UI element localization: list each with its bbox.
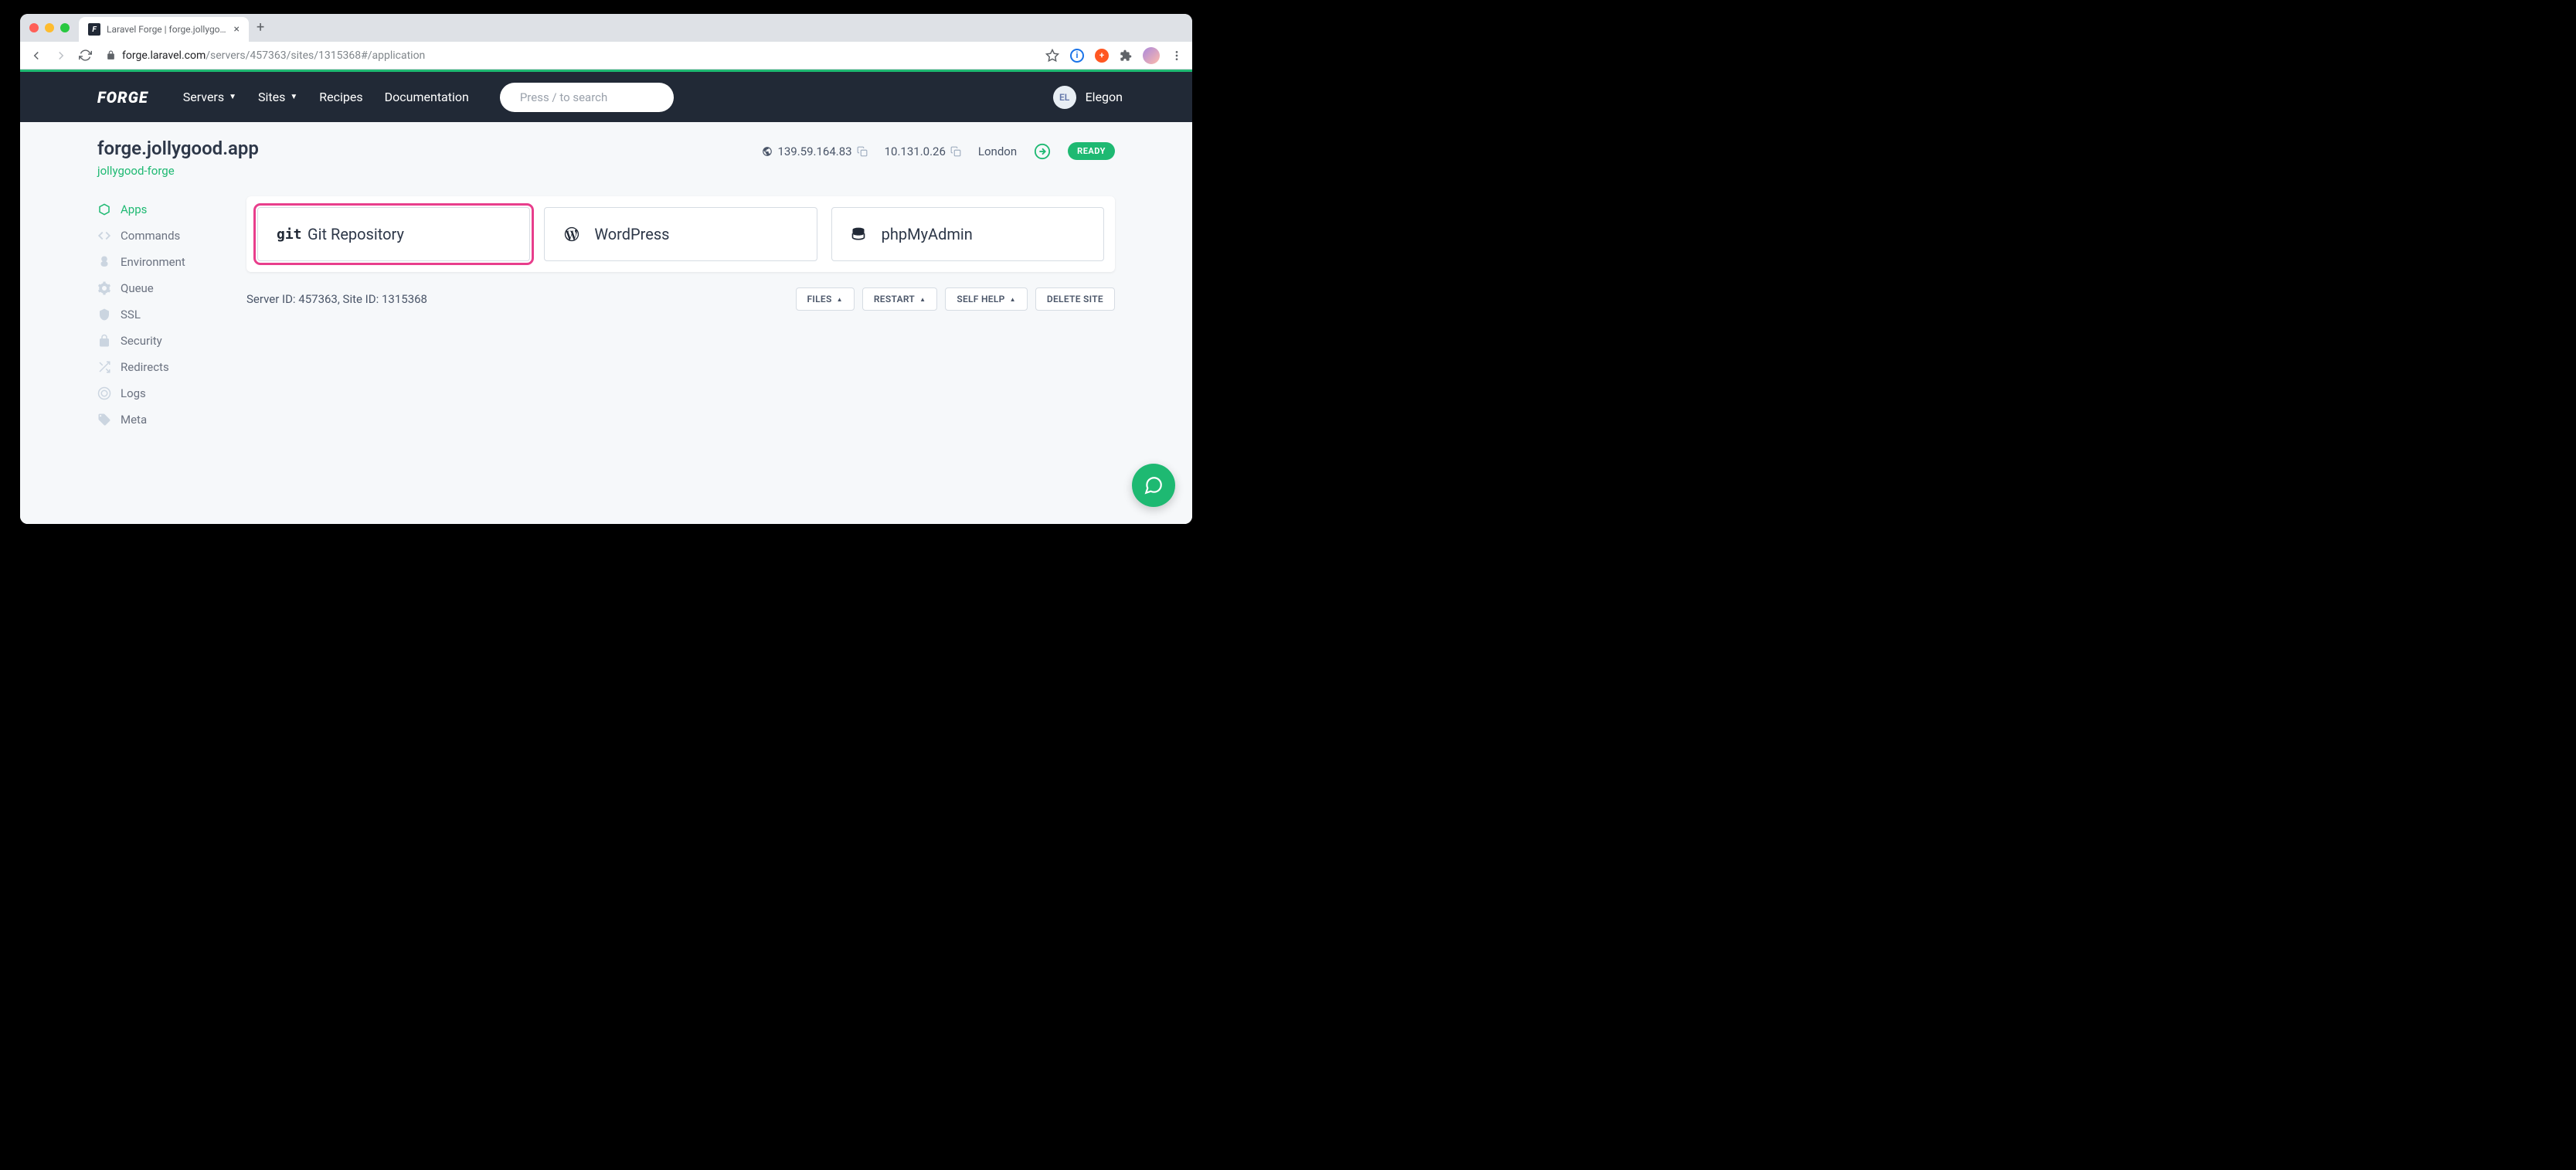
server-link[interactable]: jollygood-forge	[97, 164, 259, 178]
copy-ip-button[interactable]	[950, 146, 961, 157]
tab-favicon-icon: F	[88, 23, 100, 36]
address-bar: forge.laravel.com/servers/457363/sites/1…	[20, 42, 1192, 70]
padlock-icon	[106, 50, 116, 60]
window-controls	[26, 23, 79, 42]
minimize-window-button[interactable]	[45, 23, 54, 32]
sidebar: Apps Commands Environment Queue SSL Secu…	[97, 196, 225, 433]
page-body: forge.jollygood.app jollygood-forge 139.…	[20, 122, 1192, 433]
browser-tab[interactable]: F Laravel Forge | forge.jollygood ×	[79, 17, 249, 42]
gear-icon	[97, 281, 111, 295]
main-content: git Git Repository WordPress phpMyAdmin	[246, 196, 1115, 433]
app-content: FORGE Servers▼ Sites▼ Recipes Documentat…	[20, 70, 1192, 524]
extension-1password-icon[interactable]: i	[1070, 49, 1084, 63]
tree-icon	[97, 255, 111, 269]
sidebar-item-queue[interactable]: Queue	[97, 275, 225, 301]
reload-button[interactable]	[79, 49, 92, 62]
sidebar-item-meta[interactable]: Meta	[97, 406, 225, 433]
globe-icon	[762, 146, 773, 157]
url-text: forge.laravel.com/servers/457363/sites/1…	[122, 49, 425, 62]
maximize-window-button[interactable]	[60, 23, 70, 32]
delete-site-button[interactable]: DELETE SITE	[1035, 287, 1115, 311]
ids-text: Server ID: 457363, Site ID: 1315368	[246, 292, 427, 306]
database-icon	[851, 226, 869, 242]
nav-links: Servers▼ Sites▼ Recipes Documentation	[183, 90, 469, 104]
self-help-button[interactable]: SELF HELP▲	[945, 287, 1028, 311]
git-icon: git	[277, 226, 295, 243]
caret-up-icon: ▲	[919, 296, 926, 303]
action-buttons: FILES▲ RESTART▲ SELF HELP▲ DELETE SITE	[796, 287, 1116, 311]
restart-button[interactable]: RESTART▲	[862, 287, 937, 311]
files-button[interactable]: FILES▲	[796, 287, 855, 311]
caret-down-icon: ▼	[229, 93, 236, 101]
top-nav: FORGE Servers▼ Sites▼ Recipes Documentat…	[20, 72, 1192, 122]
caret-up-icon: ▲	[837, 296, 843, 303]
tag-icon	[97, 413, 111, 427]
page-header: forge.jollygood.app jollygood-forge 139.…	[97, 138, 1115, 178]
app-card-phpmyadmin[interactable]: phpMyAdmin	[831, 207, 1104, 261]
sidebar-item-ssl[interactable]: SSL	[97, 301, 225, 328]
tab-title: Laravel Forge | forge.jollygood	[107, 24, 228, 35]
user-name: Elegon	[1086, 90, 1123, 104]
copy-ip-button[interactable]	[857, 146, 868, 157]
cube-icon	[97, 202, 111, 216]
sidebar-item-security[interactable]: Security	[97, 328, 225, 354]
location: London	[978, 145, 1017, 158]
private-ip: 10.131.0.26	[885, 145, 961, 158]
back-button[interactable]	[29, 49, 43, 63]
nav-docs[interactable]: Documentation	[385, 90, 469, 104]
app-card-git[interactable]: git Git Repository	[257, 207, 530, 261]
search-input[interactable]	[520, 90, 674, 104]
shield-icon	[97, 308, 111, 321]
site-title: forge.jollygood.app	[97, 138, 259, 159]
caret-down-icon: ▼	[290, 93, 297, 101]
sidebar-item-environment[interactable]: Environment	[97, 249, 225, 275]
url-field[interactable]: forge.laravel.com/servers/457363/sites/1…	[103, 49, 1035, 62]
forward-button[interactable]	[54, 49, 68, 63]
close-window-button[interactable]	[29, 23, 39, 32]
deploy-icon[interactable]	[1034, 143, 1051, 160]
target-icon	[97, 386, 111, 400]
header-meta: 139.59.164.83 10.131.0.26 London READY	[762, 138, 1115, 160]
sidebar-item-commands[interactable]: Commands	[97, 223, 225, 249]
search-box[interactable]	[500, 83, 674, 112]
nav-recipes[interactable]: Recipes	[319, 90, 362, 104]
logo[interactable]: FORGE	[97, 88, 148, 107]
close-tab-icon[interactable]: ×	[234, 23, 240, 36]
tab-bar: F Laravel Forge | forge.jollygood × +	[20, 14, 1192, 42]
nav-servers[interactable]: Servers▼	[183, 90, 236, 104]
caret-up-icon: ▲	[1010, 296, 1016, 303]
footer-row: Server ID: 457363, Site ID: 1315368 FILE…	[246, 287, 1115, 311]
extensions-menu-icon[interactable]	[1120, 49, 1132, 62]
sidebar-item-apps[interactable]: Apps	[97, 196, 225, 223]
status-badge: READY	[1068, 142, 1115, 160]
content-layout: Apps Commands Environment Queue SSL Secu…	[97, 196, 1115, 433]
browser-menu-icon[interactable]	[1171, 49, 1183, 62]
profile-avatar-icon[interactable]	[1143, 47, 1160, 64]
shuffle-icon	[97, 360, 111, 374]
public-ip: 139.59.164.83	[762, 145, 867, 158]
code-icon	[97, 229, 111, 243]
sidebar-item-logs[interactable]: Logs	[97, 380, 225, 406]
chat-icon	[1144, 475, 1164, 495]
user-avatar: EL	[1053, 86, 1076, 109]
lock-icon	[97, 334, 111, 348]
browser-window: F Laravel Forge | forge.jollygood × + fo…	[20, 14, 1192, 524]
app-cards-panel: git Git Repository WordPress phpMyAdmin	[246, 196, 1115, 272]
extension-icons: i +	[1045, 47, 1183, 64]
site-heading: forge.jollygood.app jollygood-forge	[97, 138, 259, 178]
sidebar-item-redirects[interactable]: Redirects	[97, 354, 225, 380]
nav-sites[interactable]: Sites▼	[258, 90, 297, 104]
app-card-wordpress[interactable]: WordPress	[544, 207, 817, 261]
star-icon[interactable]	[1045, 49, 1059, 63]
user-menu[interactable]: EL Elegon	[1053, 86, 1123, 109]
help-fab-button[interactable]	[1132, 464, 1175, 507]
extension-icon[interactable]: +	[1095, 49, 1109, 63]
new-tab-button[interactable]: +	[249, 14, 272, 42]
wordpress-icon	[563, 226, 582, 243]
